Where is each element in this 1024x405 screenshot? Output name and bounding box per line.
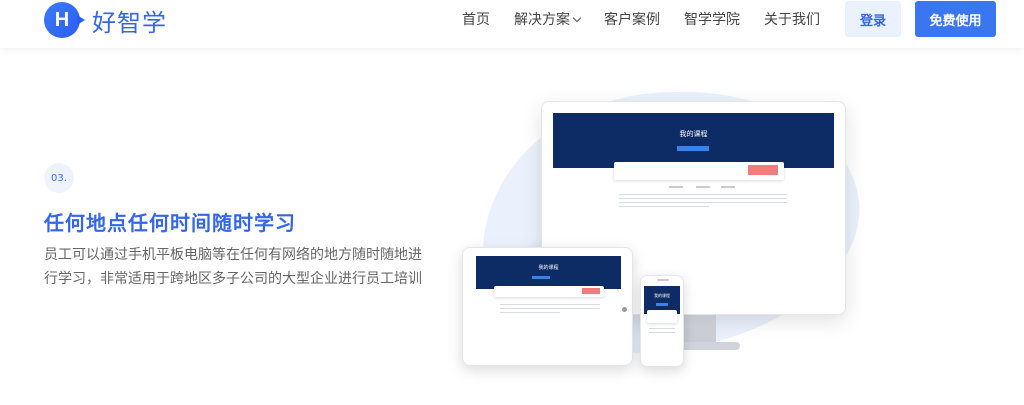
monitor-screen-tab [669, 186, 683, 188]
chevron-down-icon [572, 13, 582, 22]
phone-speaker [657, 279, 669, 281]
nav-item-home[interactable]: 首页 [462, 9, 490, 29]
monitor-screen-tab [696, 186, 710, 188]
tablet-screen-button [532, 276, 550, 279]
tablet-screen: 我的课程 [476, 256, 621, 358]
feature-title: 任何地点任何时间随时学习 [44, 211, 296, 235]
tablet-image: 我的课程 [462, 247, 633, 366]
tablet-home-button [622, 307, 627, 312]
free-trial-button[interactable]: 免费使用 [915, 1, 996, 37]
top-navbar: H 好智学 首页 解决方案 客户案例 智学学院 关于我们 登录 免费使用 [0, 0, 1024, 48]
nav-item-academy[interactable]: 智学学院 [684, 9, 740, 29]
nav-item-cases[interactable]: 客户案例 [604, 9, 660, 29]
monitor-screen-text [619, 206, 709, 207]
monitor-screen-tab [721, 186, 735, 188]
monitor-screen-header: 我的课程 [553, 113, 834, 168]
monitor-screen-text [619, 194, 787, 195]
main-menu: 首页 解决方案 客户案例 智学学院 关于我们 [462, 0, 844, 38]
phone-screen-title: 我的课程 [654, 293, 670, 298]
feature-description: 员工可以通过手机平板电脑等在任何有网络的地方随时随地进行学习，非常适用于跨地区多… [44, 247, 422, 287]
monitor-screen-text [619, 198, 787, 199]
logo-text: 好智学 [92, 8, 167, 37]
logo[interactable]: H 好智学 [44, 2, 167, 38]
tablet-screen-text [500, 308, 600, 309]
monitor-screen-button [677, 146, 709, 151]
logo-icon: H [44, 2, 85, 38]
tablet-screen-text [500, 304, 600, 305]
nav-item-about[interactable]: 关于我们 [764, 9, 820, 29]
phone-screen: 我的课程 [644, 286, 680, 356]
login-button[interactable]: 登录 [845, 1, 901, 37]
phone-screen-card [647, 310, 677, 323]
phone-screen-text [649, 328, 675, 329]
tablet-screen-badge [582, 288, 600, 294]
monitor-screen-title: 我的课程 [679, 130, 708, 138]
tablet-screen-card [494, 286, 604, 297]
monitor-screen-badge [748, 165, 778, 175]
tablet-screen-text [500, 312, 560, 313]
monitor-screen-text [619, 202, 787, 203]
step-badge: 03. [44, 163, 74, 193]
phone-screen-text [649, 332, 675, 333]
monitor-screen-card [614, 162, 784, 180]
nav-item-solutions[interactable]: 解决方案 [514, 9, 582, 29]
phone-image: 我的课程 [640, 275, 684, 367]
tablet-screen-title: 我的课程 [538, 265, 559, 271]
tablet-screen-header: 我的课程 [476, 256, 621, 289]
phone-screen-button [656, 303, 668, 306]
